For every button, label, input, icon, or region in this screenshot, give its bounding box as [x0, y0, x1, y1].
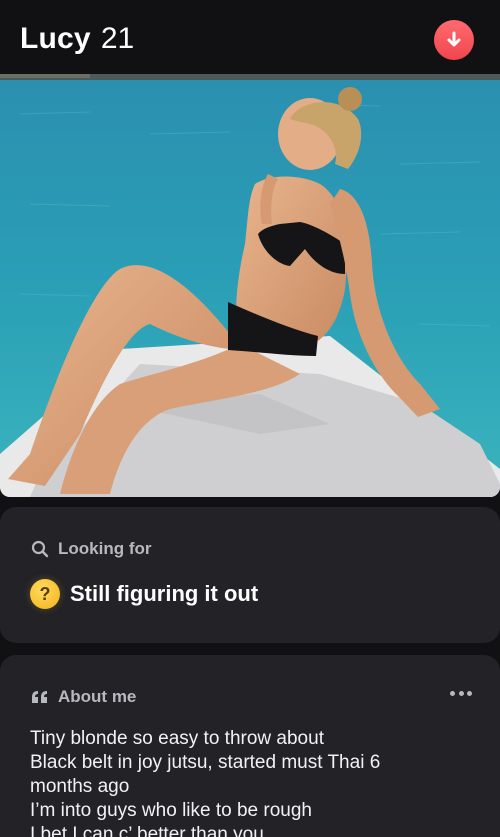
about-line: months ago [30, 776, 130, 797]
profile-photo[interactable] [0, 74, 500, 497]
about-line: I bet I can c’ better than you [30, 824, 264, 837]
looking-for-label: Looking for [58, 539, 152, 558]
thinking-face-icon: ? [30, 579, 60, 609]
profile-screen: Lucy 21 Looking for ? Still figuring it … [0, 0, 500, 837]
arrow-down-icon [447, 31, 461, 47]
about-line: Black belt in joy jutsu, started must Th… [30, 752, 381, 773]
about-me-heading: About me [30, 687, 136, 707]
search-icon [30, 539, 50, 559]
profile-header: Lucy 21 [0, 0, 500, 78]
about-me-text: Tiny blonde so easy to throw about Black… [30, 727, 470, 837]
about-line: I’m into guys who like to be rough [30, 800, 312, 821]
looking-for-card: Looking for ? Still figuring it out [0, 507, 500, 643]
profile-name: Lucy [20, 22, 91, 55]
more-dots-icon [450, 690, 455, 696]
profile-age: 21 [100, 22, 135, 55]
about-me-card: About me Tiny blonde so easy to throw ab… [0, 655, 500, 837]
collapse-profile-button[interactable] [434, 20, 474, 60]
more-options-button[interactable] [450, 689, 472, 697]
looking-for-heading: Looking for [30, 539, 151, 559]
looking-for-value: ? Still figuring it out [30, 579, 258, 609]
quote-icon [30, 687, 50, 707]
about-line: Tiny blonde so easy to throw about [30, 728, 324, 749]
about-me-label: About me [58, 687, 137, 706]
looking-for-text: Still figuring it out [70, 581, 259, 606]
